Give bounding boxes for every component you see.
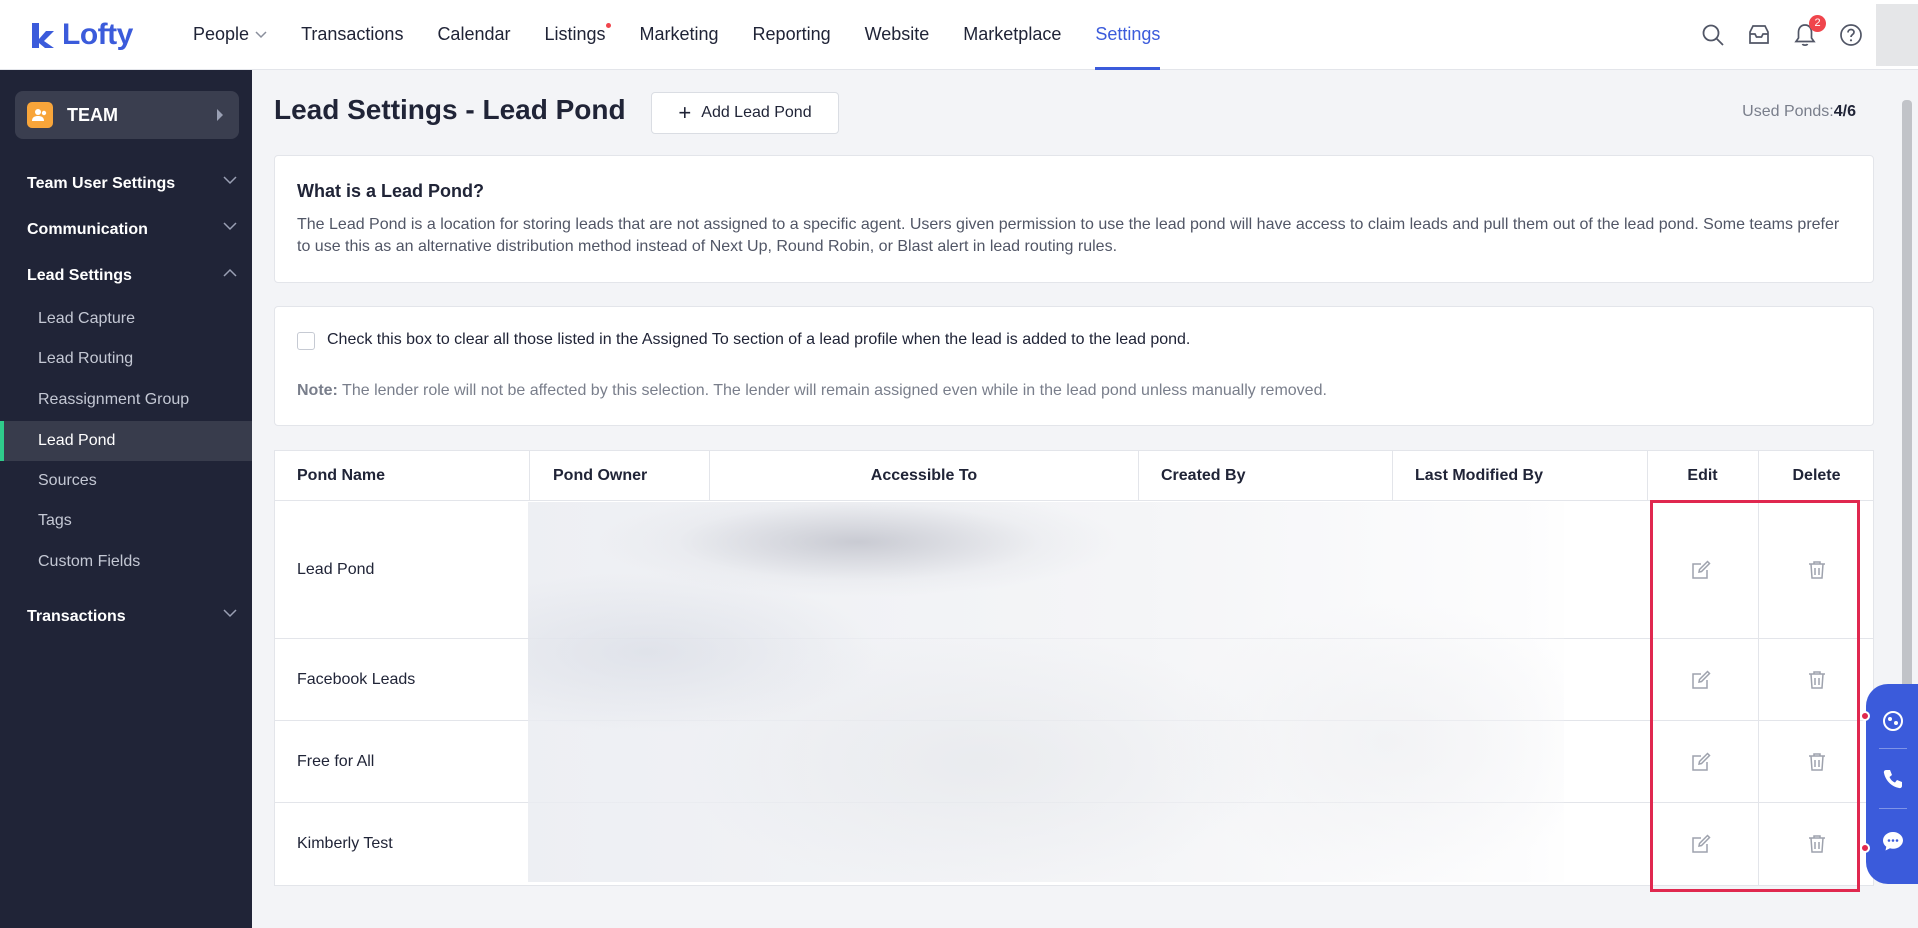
lender-note: Note: The lender role will not be affect… [297, 382, 1327, 400]
help-icon[interactable] [1838, 22, 1864, 48]
column-edit: Edit [1687, 467, 1718, 484]
sidebar-item-label: Tags [38, 512, 72, 529]
redacted-region [528, 502, 1564, 882]
nav-calendar-label: Calendar [437, 24, 511, 44]
nav-listings-label: Listings [544, 24, 606, 44]
top-navbar: Lofty People Transactions Calendar Listi… [0, 0, 1918, 70]
info-card: What is a Lead Pond? The Lead Pond is a … [274, 155, 1874, 283]
sidebar-section-communication[interactable]: Communication [27, 218, 237, 242]
lofty-logo[interactable]: Lofty [30, 18, 176, 52]
sidebar-item-lead-routing[interactable]: Lead Routing [0, 339, 252, 379]
nav-website-label: Website [864, 24, 930, 44]
pond-name: Free for All [297, 753, 375, 770]
team-label: TEAM [67, 104, 118, 125]
column-delete: Delete [1792, 467, 1841, 484]
nav-people[interactable]: People [176, 0, 284, 70]
sidebar-item-label: Sources [38, 472, 97, 489]
pond-name: Lead Pond [297, 561, 375, 578]
pond-name: Kimberly Test [297, 835, 393, 852]
plus-icon: + [678, 100, 692, 125]
used-ponds-label: Used Ponds: [1742, 103, 1834, 120]
sidebar-section-label: Transactions [27, 608, 126, 625]
sidebar-section-lead-settings[interactable]: Lead Settings [27, 264, 237, 288]
sidebar: TEAM Team User Settings Communication Le… [0, 70, 252, 928]
sidebar-item-label: Reassignment Group [38, 391, 190, 408]
chevron-down-icon [223, 176, 237, 185]
nav-transactions-label: Transactions [301, 24, 404, 44]
sidebar-item-label: Lead Routing [38, 350, 134, 367]
edit-delete-highlight [1650, 500, 1860, 892]
sidebar-item-custom-fields[interactable]: Custom Fields [0, 542, 252, 582]
sidebar-section-label: Communication [27, 221, 148, 238]
nav-reporting-label: Reporting [752, 24, 831, 44]
sidebar-item-lead-pond[interactable]: Lead Pond [0, 421, 252, 461]
chevron-down-icon [255, 30, 267, 38]
app-name: Lofty [62, 17, 133, 51]
lofty-logo-icon [32, 22, 54, 48]
nav-marketplace-label: Marketplace [963, 24, 1062, 44]
nav-marketplace[interactable]: Marketplace [946, 0, 1078, 70]
phone-icon[interactable] [1882, 768, 1904, 790]
sidebar-item-reassignment-group[interactable]: Reassignment Group [0, 380, 252, 420]
table-header: Pond Name Pond Owner Accessible To Creat… [275, 451, 1873, 501]
main-nav: People Transactions Calendar Listings Ma… [176, 0, 1177, 70]
column-accessible-to: Accessible To [870, 467, 978, 484]
search-icon[interactable] [1700, 22, 1726, 48]
nav-marketing[interactable]: Marketing [623, 0, 736, 70]
nav-marketing-label: Marketing [639, 24, 719, 44]
sidebar-item-sources[interactable]: Sources [0, 461, 252, 501]
nav-listings[interactable]: Listings [527, 0, 622, 70]
clear-assigned-checkbox[interactable] [297, 332, 315, 350]
nav-website[interactable]: Website [848, 0, 947, 70]
sidebar-section-label: Team User Settings [27, 175, 176, 192]
pond-name: Facebook Leads [297, 671, 416, 688]
sidebar-section-transactions[interactable]: Transactions [27, 605, 237, 629]
chevron-down-icon [223, 222, 237, 231]
team-icon [27, 102, 53, 128]
top-icons: 2 [1700, 0, 1864, 70]
sidebar-item-lead-capture[interactable]: Lead Capture [0, 299, 252, 339]
chevron-up-icon [223, 268, 237, 277]
support-chat-icon[interactable] [1882, 710, 1904, 732]
info-title: What is a Lead Pond? [297, 181, 485, 201]
sidebar-item-label: Custom Fields [38, 553, 141, 570]
nav-settings[interactable]: Settings [1078, 0, 1177, 70]
inbox-icon[interactable] [1746, 22, 1772, 48]
option-card: Check this box to clear all those listed… [274, 306, 1874, 426]
column-pond-name: Pond Name [297, 467, 386, 484]
nav-settings-label: Settings [1095, 24, 1161, 44]
used-ponds-value: 4/6 [1833, 103, 1856, 120]
team-switcher-button[interactable]: TEAM [15, 91, 239, 139]
sidebar-item-tags[interactable]: Tags [0, 501, 252, 541]
column-pond-owner: Pond Owner [553, 467, 648, 484]
user-avatar[interactable] [1874, 4, 1918, 66]
chevron-down-icon [223, 609, 237, 618]
page-title: Lead Settings - Lead Pond [274, 94, 626, 125]
nav-reporting[interactable]: Reporting [736, 0, 848, 70]
column-created-by: Created By [1161, 467, 1246, 484]
note-text: The lender role will not be affected by … [337, 382, 1327, 399]
note-label: Note: [297, 382, 338, 399]
clear-assigned-label: Check this box to clear all those listed… [327, 331, 1191, 348]
sidebar-item-label: Lead Capture [38, 310, 135, 327]
nav-people-label: People [193, 24, 250, 44]
used-ponds-counter: Used Ponds:4/6 [1742, 103, 1856, 121]
notification-badge: 2 [1809, 15, 1826, 32]
caret-right-icon [217, 109, 223, 121]
contact-widget [1866, 684, 1918, 884]
sidebar-section-team-user-settings[interactable]: Team User Settings [27, 172, 237, 196]
column-last-modified-by: Last Modified By [1415, 467, 1544, 484]
message-icon[interactable] [1882, 830, 1904, 852]
unread-dot [1860, 843, 1870, 853]
add-lead-pond-label: Add Lead Pond [701, 104, 812, 121]
nav-calendar[interactable]: Calendar [420, 0, 527, 70]
sidebar-section-label: Lead Settings [27, 267, 132, 284]
nav-transactions[interactable]: Transactions [284, 0, 420, 70]
notification-bell-icon[interactable]: 2 [1792, 15, 1826, 48]
info-text: The Lead Pond is a location for storing … [297, 216, 1840, 255]
new-indicator-dot [605, 22, 611, 28]
unread-dot [1860, 711, 1870, 721]
add-lead-pond-button[interactable]: + Add Lead Pond [651, 92, 839, 134]
sidebar-item-label: Lead Pond [38, 432, 116, 449]
